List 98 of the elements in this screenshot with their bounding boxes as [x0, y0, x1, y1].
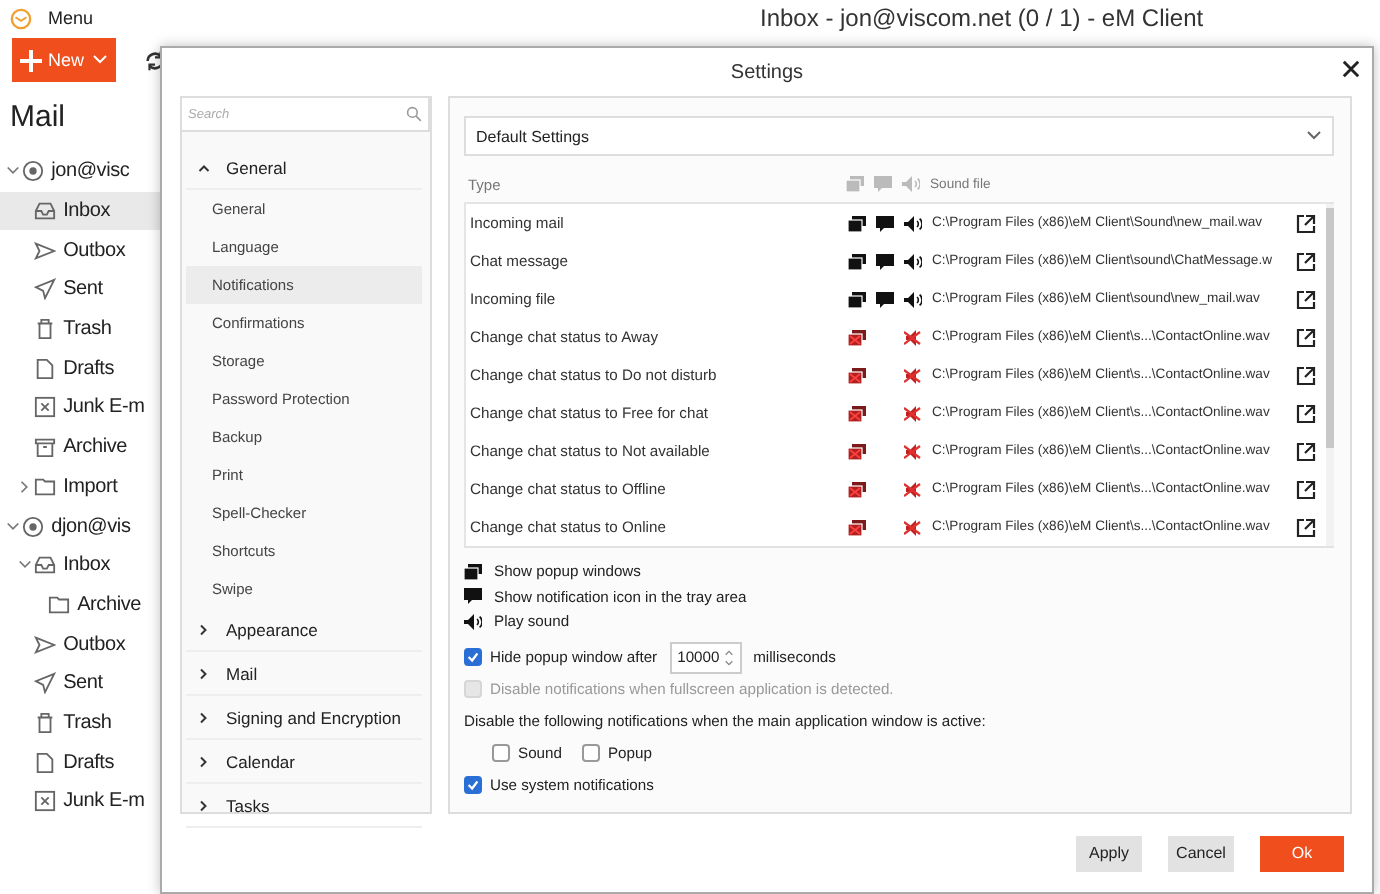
folder-item[interactable]: Trash [0, 703, 116, 743]
open-file-button[interactable] [1296, 327, 1320, 347]
junk-box-icon [34, 790, 56, 813]
chevron-down-icon [5, 519, 19, 534]
chevron-down-icon [5, 164, 19, 179]
chevron-right-icon [198, 623, 210, 635]
chevron-right-icon [198, 667, 210, 679]
open-file-button[interactable] [1296, 213, 1320, 233]
chevron-right-icon [198, 711, 210, 723]
popup-windows-icon [845, 176, 863, 192]
caret-icon [1306, 130, 1322, 142]
folder-item[interactable]: Import [0, 467, 122, 507]
external-link-icon [1296, 517, 1316, 537]
nav-group[interactable]: General [186, 146, 422, 190]
popup-windows-icon [464, 563, 482, 580]
close-icon [1342, 60, 1360, 78]
folder-item[interactable]: Outbox [0, 230, 130, 271]
external-link-icon [1296, 479, 1316, 499]
open-file-button[interactable] [1296, 403, 1320, 423]
dialog-button[interactable]: Apply [1076, 835, 1142, 871]
caret-icon [92, 54, 108, 66]
section-heading: Mail [10, 100, 66, 138]
paper-plane-icon [34, 633, 56, 656]
nav-group[interactable]: Tasks [186, 784, 422, 828]
folder-item[interactable]: Junk E-m [0, 388, 149, 428]
chevron-right-icon [198, 755, 210, 767]
nav-group[interactable]: Mail [186, 652, 422, 696]
checkbox[interactable] [464, 648, 482, 666]
dialog-button[interactable]: Cancel [1168, 835, 1234, 871]
checkbox[interactable] [492, 744, 510, 762]
folder-icon [48, 593, 70, 616]
chevron-right-icon [17, 479, 31, 494]
account-circle-icon [22, 515, 44, 538]
external-link-icon [1296, 327, 1316, 347]
dialog-title: Settings [730, 61, 804, 83]
folder-item[interactable]: Trash [0, 309, 116, 349]
archive-box-icon [34, 436, 56, 459]
folder-item[interactable]: Inbox [0, 191, 160, 231]
speech-bubble-icon [464, 588, 482, 605]
paper-plane-icon [34, 278, 56, 301]
scrollbar[interactable] [1326, 204, 1334, 546]
plus-icon [20, 49, 42, 71]
window-title: Inbox - jon@viscom.net (0 / 1) - eM Client [760, 4, 1204, 32]
checkmark-icon [466, 778, 480, 792]
menu-label[interactable]: Menu [48, 8, 94, 28]
junk-box-icon [34, 396, 56, 419]
external-link-icon [1296, 213, 1316, 233]
chevron-up-icon [198, 161, 210, 173]
checkmark-icon [466, 650, 480, 664]
spinner-arrows-icon [723, 647, 734, 667]
folder-item[interactable]: Archive [0, 427, 132, 467]
document-icon [34, 751, 56, 774]
paper-plane-icon [34, 239, 56, 262]
speech-bubble-icon [873, 176, 891, 192]
ok-button[interactable]: Ok [1260, 835, 1344, 871]
folder-item[interactable]: Drafts [0, 742, 119, 782]
open-file-button[interactable] [1296, 251, 1320, 271]
open-file-button[interactable] [1296, 289, 1320, 309]
account-circle-icon [22, 160, 44, 183]
paper-plane-icon [34, 672, 56, 695]
new-button[interactable]: New [12, 38, 116, 82]
speaker-icon [464, 613, 482, 630]
folder-item[interactable]: Sent [0, 270, 107, 310]
external-link-icon [1296, 403, 1316, 423]
open-file-button[interactable] [1296, 365, 1320, 385]
folder-item[interactable]: Sent [0, 663, 107, 704]
open-file-button[interactable] [1296, 441, 1320, 461]
external-link-icon [1296, 365, 1316, 385]
folder-item[interactable]: Drafts [0, 348, 119, 389]
account-item[interactable]: djon@vis [0, 506, 135, 546]
folder-item[interactable]: Outbox [0, 624, 130, 664]
folder-item[interactable]: Inbox [0, 545, 115, 586]
nav-group[interactable]: Calendar [186, 740, 422, 784]
account-item[interactable]: jon@visc [0, 152, 134, 192]
chevron-right-icon [198, 799, 210, 811]
folder-item[interactable]: Junk E-m [0, 782, 149, 822]
tray-icon [34, 200, 56, 223]
profile-dropdown[interactable]: Default Settings [464, 116, 1334, 156]
speaker-icon [901, 176, 919, 192]
tray-icon [34, 554, 56, 577]
trash-icon [34, 711, 56, 734]
checkbox[interactable] [581, 744, 600, 762]
folder-item[interactable]: Archive [0, 585, 146, 625]
folder-icon [34, 475, 56, 498]
external-link-icon [1296, 251, 1316, 271]
close-button[interactable] [1342, 58, 1360, 82]
open-file-button[interactable] [1296, 479, 1320, 499]
chevron-down-icon [17, 558, 31, 573]
external-link-icon [1296, 289, 1316, 309]
search-icon [406, 106, 422, 122]
nav-group[interactable]: Signing and Encryption [186, 696, 422, 740]
checkbox[interactable] [464, 776, 482, 794]
refresh-icon[interactable] [144, 49, 166, 71]
trash-icon [34, 318, 56, 341]
open-file-button[interactable] [1296, 517, 1320, 537]
nav-group[interactable]: Appearance [186, 608, 422, 652]
document-icon [34, 357, 56, 380]
external-link-icon [1296, 441, 1316, 461]
